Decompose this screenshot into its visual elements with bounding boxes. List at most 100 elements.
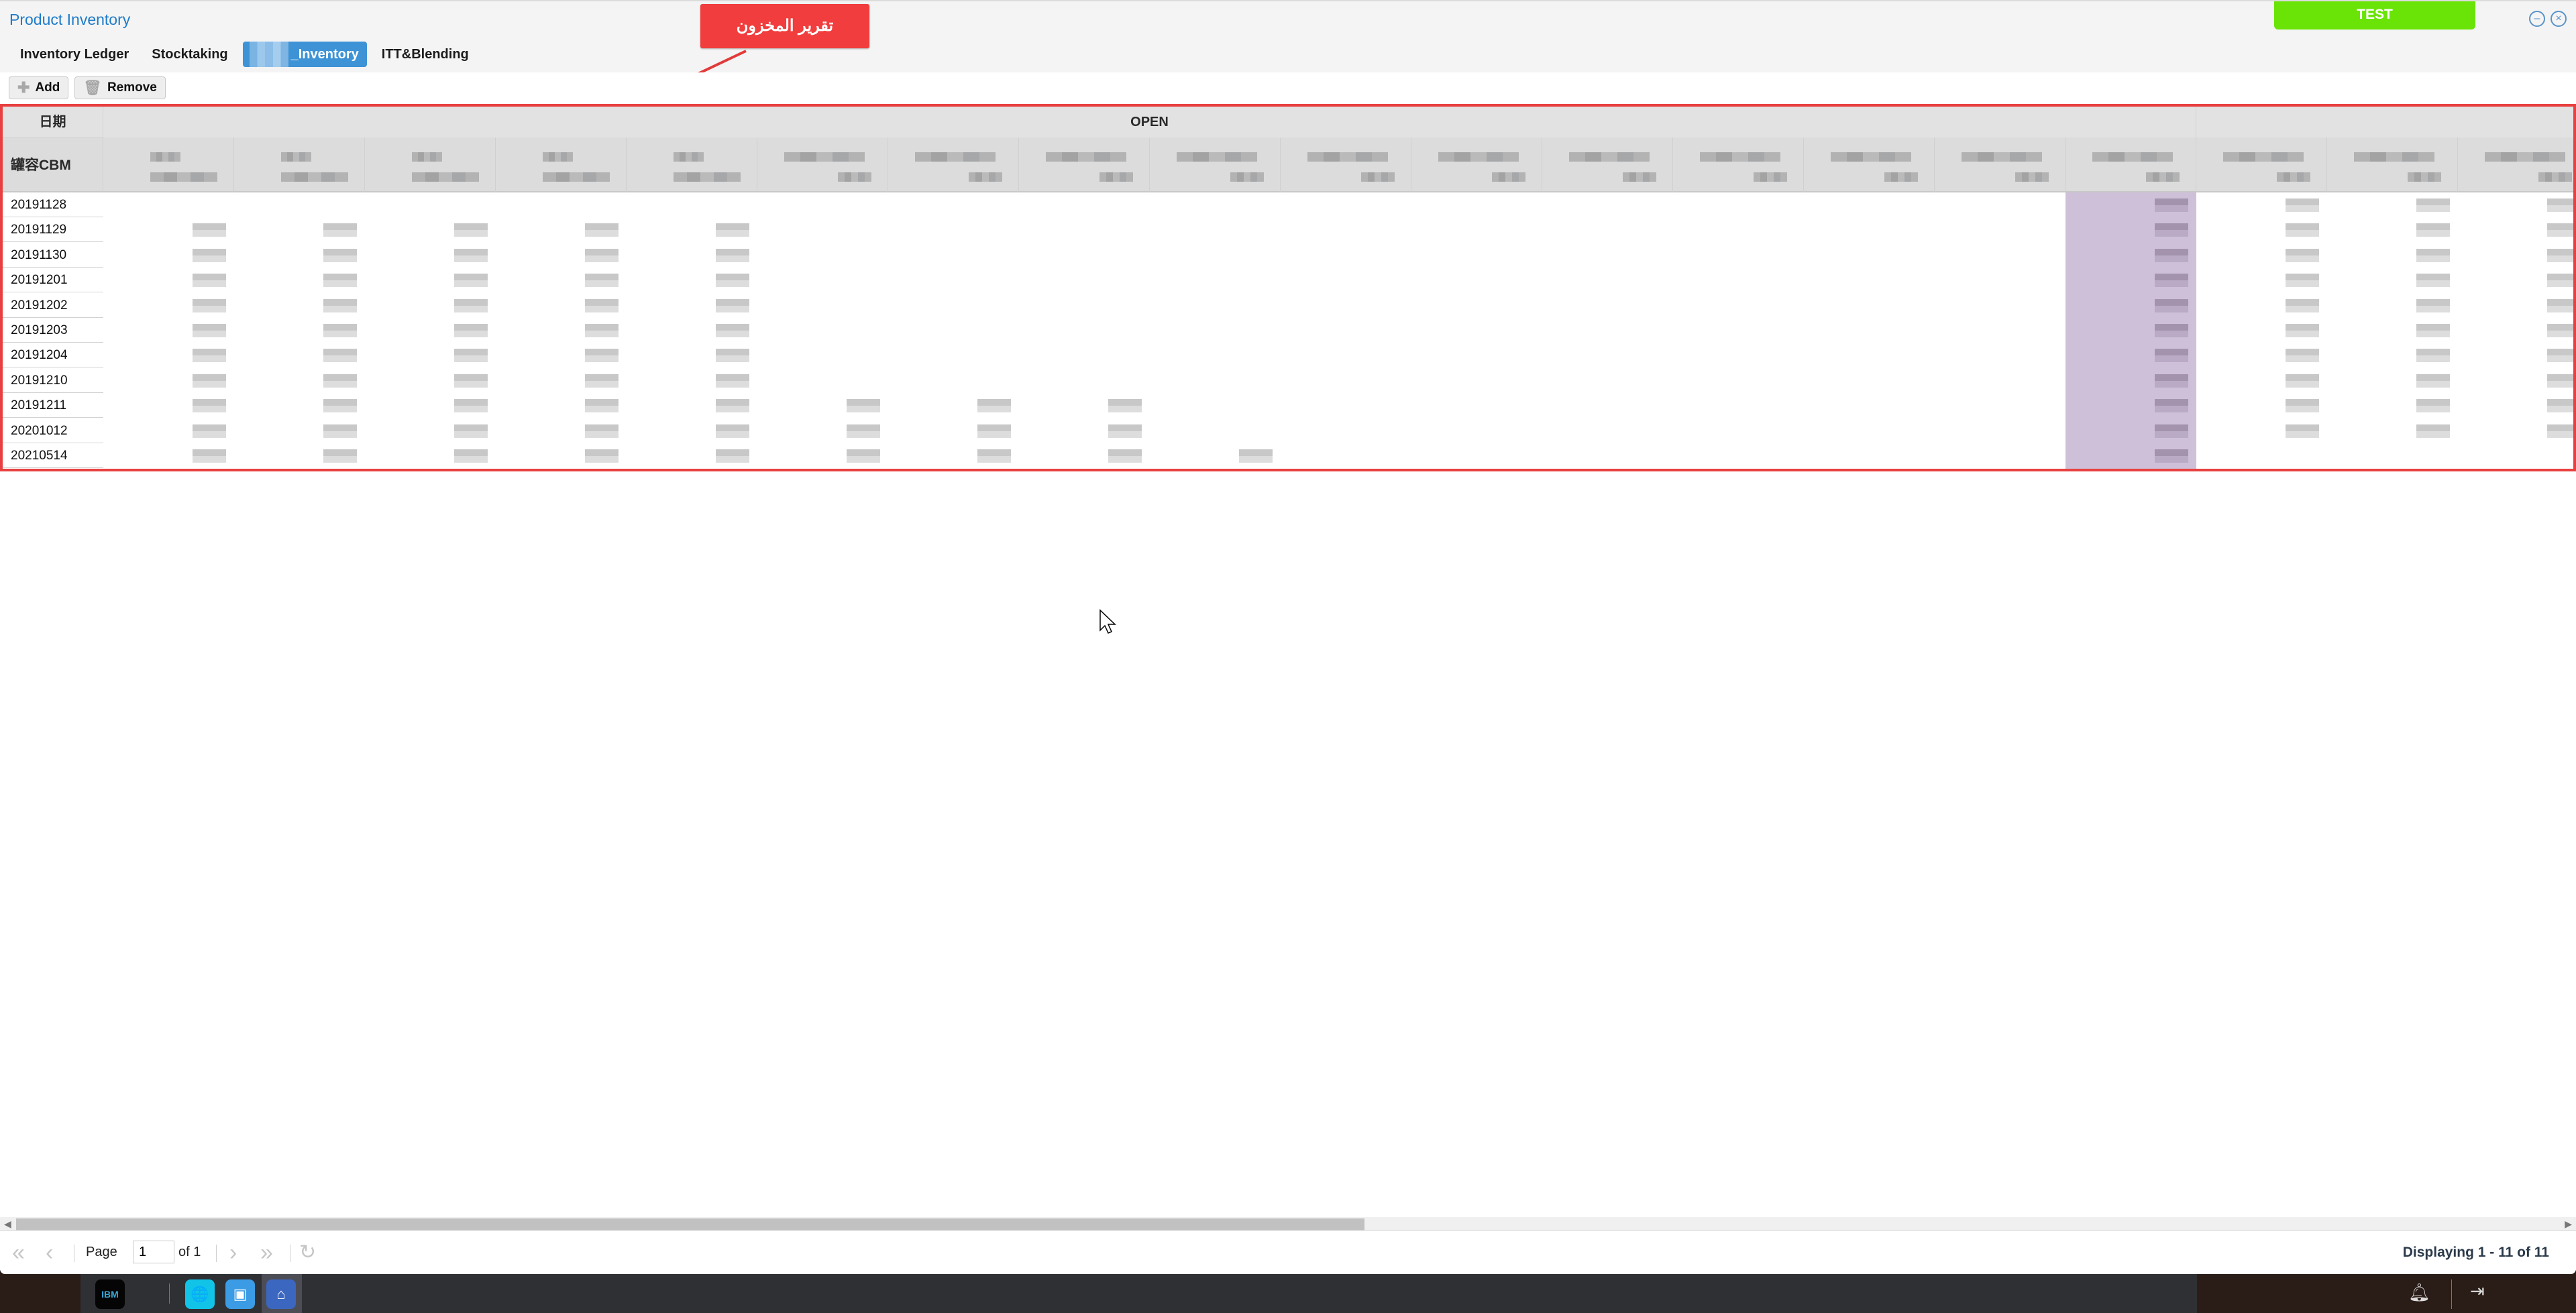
- redacted-value-cell: [323, 248, 357, 262]
- horizontal-scrollbar[interactable]: ◀ ▶: [0, 1217, 2576, 1231]
- column-header[interactable]: [2196, 137, 2327, 192]
- table-row[interactable]: 20191204: [3, 343, 2573, 368]
- redacted-header-text: [412, 152, 442, 162]
- table-row[interactable]: 20191203: [3, 318, 2573, 343]
- table-row[interactable]: 20191128: [3, 192, 2573, 217]
- redacted-header-text: [2223, 152, 2304, 162]
- tab-inventory-label: _Inventory: [290, 47, 359, 62]
- last-page-icon[interactable]: »: [260, 1239, 273, 1266]
- column-header[interactable]: [365, 137, 496, 192]
- globe-app-icon[interactable]: 🌐: [185, 1279, 215, 1309]
- refresh-icon[interactable]: ↻: [299, 1239, 316, 1266]
- table-row[interactable]: 20191201: [3, 268, 2573, 293]
- tab-bar: Inventory Ledger Stocktaking _Inventory …: [12, 42, 477, 67]
- app-window: Product Inventory Inventory Ledger Stock…: [0, 0, 2576, 1274]
- column-header[interactable]: [234, 137, 365, 192]
- redacted-value-cell: [716, 349, 749, 363]
- redacted-value-cell: [454, 274, 488, 288]
- redacted-value-cell: [585, 449, 619, 463]
- table-row[interactable]: 20201012: [3, 418, 2573, 443]
- close-icon[interactable]: ×: [2551, 11, 2567, 27]
- redacted-header-text: [1438, 152, 1519, 162]
- redacted-value-cell: [847, 424, 880, 438]
- bell-icon[interactable]: 🔔︎: [2408, 1282, 2430, 1303]
- table-row[interactable]: 20191129: [3, 217, 2573, 243]
- column-header[interactable]: [1411, 137, 1542, 192]
- column-header[interactable]: [757, 137, 888, 192]
- column-header[interactable]: [1673, 137, 1804, 192]
- table-row[interactable]: 20191130: [3, 242, 2573, 268]
- column-header[interactable]: [2327, 137, 2458, 192]
- redacted-value-cell: [716, 298, 749, 312]
- redacted-value-cell: [2155, 424, 2188, 438]
- column-header[interactable]: [1542, 137, 1673, 192]
- ibm-logo-icon[interactable]: IBM: [95, 1279, 125, 1309]
- tab-itt-blending[interactable]: ITT&Blending: [374, 42, 477, 67]
- redacted-header-text: [1492, 172, 1525, 182]
- first-page-icon[interactable]: «: [12, 1239, 25, 1266]
- tab-stocktaking[interactable]: Stocktaking: [144, 42, 235, 67]
- redacted-value-cell: [977, 449, 1011, 463]
- redacted-value-cell: [193, 298, 226, 312]
- column-header[interactable]: [1019, 137, 1150, 192]
- date-cell: 20191130: [3, 242, 103, 268]
- redacted-value-cell: [2416, 349, 2450, 363]
- redacted-value-cell: [716, 324, 749, 337]
- redacted-value-cell: [2416, 274, 2450, 288]
- minimize-icon[interactable]: –: [2529, 11, 2545, 27]
- column-header[interactable]: [2458, 137, 2573, 192]
- page-number-input[interactable]: [133, 1241, 174, 1263]
- separator: [216, 1245, 217, 1262]
- table-row[interactable]: 20210514: [3, 443, 2573, 468]
- column-header[interactable]: [1150, 137, 1281, 192]
- redacted-value-cell: [323, 349, 357, 363]
- table-row[interactable]: 20191202: [3, 292, 2573, 318]
- table-row[interactable]: 20191211: [3, 393, 2573, 418]
- redacted-header-text: [2408, 172, 2441, 182]
- box-app-icon[interactable]: ▣: [225, 1279, 255, 1309]
- column-header[interactable]: [1804, 137, 1935, 192]
- redacted-header-text: [1831, 152, 1911, 162]
- add-label: Add: [35, 80, 60, 95]
- column-header-capacity[interactable]: 罐容CBM: [3, 137, 103, 192]
- date-cell: 20210514: [3, 443, 103, 468]
- date-cell: 20191210: [3, 367, 103, 393]
- redacted-value-cell: [2416, 424, 2450, 438]
- column-header[interactable]: [2065, 137, 2196, 192]
- redacted-value-cell: [2286, 399, 2319, 413]
- column-header-date[interactable]: 日期: [3, 107, 103, 137]
- prev-page-icon[interactable]: ‹: [46, 1239, 53, 1266]
- column-header[interactable]: [1281, 137, 1411, 192]
- column-header[interactable]: [627, 137, 757, 192]
- inventory-grid: 日期 OPEN 罐容CBM 20191128 20191129 20191130 20…: [0, 104, 2576, 471]
- scroll-right-icon[interactable]: ▶: [2565, 1218, 2572, 1230]
- scroll-left-icon[interactable]: ◀: [4, 1218, 11, 1230]
- redacted-value-cell: [454, 349, 488, 363]
- column-header[interactable]: [1935, 137, 2065, 192]
- redacted-value-cell: [2155, 374, 2188, 388]
- remove-button[interactable]: 🗑 Remove: [74, 76, 166, 99]
- redacted-header-text: [784, 152, 865, 162]
- redacted-value-cell: [2416, 374, 2450, 388]
- warehouse-app-icon[interactable]: ⌂: [266, 1279, 296, 1309]
- redacted-header-text: [1884, 172, 1918, 182]
- column-header[interactable]: [103, 137, 234, 192]
- add-button[interactable]: ✚ Add: [9, 76, 69, 99]
- redacted-value-cell: [716, 399, 749, 413]
- scrollbar-thumb[interactable]: [16, 1218, 1364, 1231]
- plus-icon: ✚: [17, 79, 30, 96]
- pagination-bar: « ‹ Page of 1 › » ↻ Displaying 1 - 11 of…: [0, 1233, 2576, 1274]
- column-header[interactable]: [496, 137, 627, 192]
- logout-icon[interactable]: ⇥: [2470, 1281, 2485, 1302]
- date-cell: 20191202: [3, 292, 103, 318]
- redacted-value-cell: [2286, 274, 2319, 288]
- redacted-value-cell: [2547, 399, 2573, 413]
- separator: [2451, 1279, 2452, 1309]
- next-page-icon[interactable]: ›: [229, 1239, 237, 1266]
- redacted-header-text: [1099, 172, 1133, 182]
- tab-inventory[interactable]: _Inventory: [242, 42, 367, 67]
- column-header[interactable]: [888, 137, 1019, 192]
- redacted-header-text: [2277, 172, 2310, 182]
- tab-inventory-ledger[interactable]: Inventory Ledger: [12, 42, 137, 67]
- table-row[interactable]: 20191210: [3, 367, 2573, 393]
